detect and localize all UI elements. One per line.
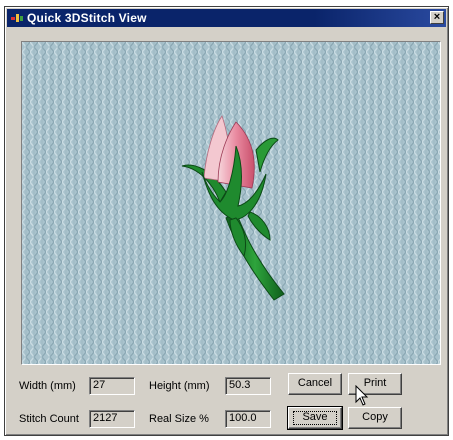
close-icon: ×	[433, 11, 441, 23]
stitch-preview-area	[21, 41, 441, 365]
real-size-field[interactable]: 100.0	[225, 410, 271, 428]
width-field[interactable]: 27	[89, 377, 135, 395]
height-field[interactable]: 50.3	[225, 377, 271, 395]
stitch-count-field[interactable]: 2127	[89, 410, 135, 428]
stitch-count-label: Stitch Count	[19, 413, 79, 425]
focus-rectangle	[293, 411, 337, 425]
save-button[interactable]: Save	[287, 406, 343, 430]
mouse-pointer-icon	[355, 385, 369, 406]
cancel-button[interactable]: Cancel	[288, 373, 342, 395]
quick-3dstitch-view-dialog: Quick 3DStitch View × Width (mm) 27 Heig…	[4, 6, 449, 436]
stitch-preview-image	[22, 42, 440, 364]
width-label: Width (mm)	[19, 380, 76, 392]
copy-button[interactable]: Copy	[348, 407, 402, 429]
close-button[interactable]: ×	[430, 11, 444, 24]
height-label: Height (mm)	[149, 380, 210, 392]
app-logo-icon	[11, 14, 23, 22]
real-size-label: Real Size %	[149, 413, 209, 425]
window-title: Quick 3DStitch View	[27, 11, 147, 25]
title-bar[interactable]: Quick 3DStitch View ×	[7, 9, 446, 27]
